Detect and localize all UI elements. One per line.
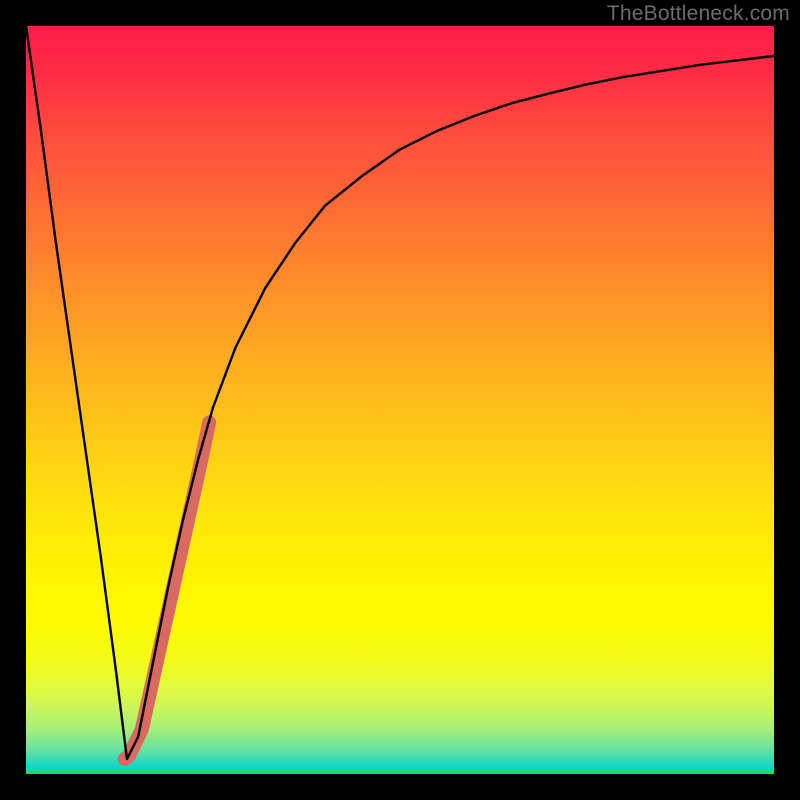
chart-frame: TheBottleneck.com [0, 0, 800, 800]
curve-layer [26, 26, 774, 774]
bottleneck-curve [26, 26, 774, 759]
plot-area [26, 26, 774, 774]
watermark-text: TheBottleneck.com [607, 2, 790, 26]
